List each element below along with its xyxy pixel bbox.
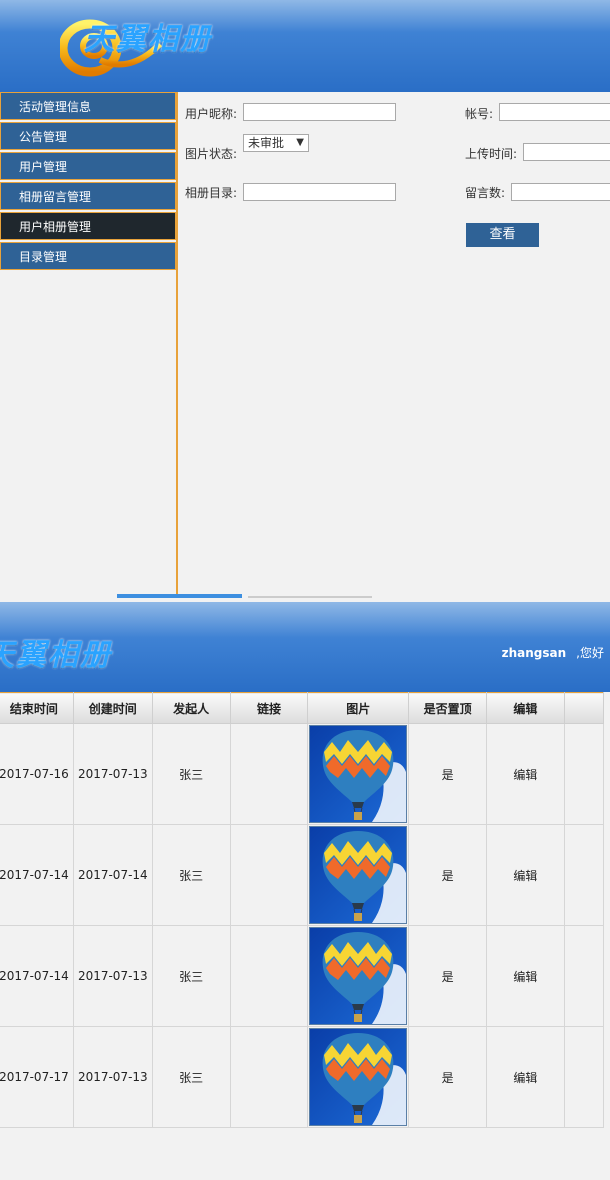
status-label: 图片状态: (185, 147, 238, 161)
cell-pinned: 是 (408, 1026, 488, 1128)
col-pinned: 是否置顶 (408, 692, 488, 724)
cell-image (307, 723, 410, 825)
cell-end-time: 2017-07-17 (0, 1026, 74, 1128)
cell-owner: 张三 (151, 925, 231, 1027)
sidebar: 活动管理信息 公告管理 用户管理 相册留言管理 用户相册管理 目录管理 (0, 92, 178, 598)
cell-pinned: 是 (408, 925, 488, 1027)
cell-end-time: 2017-07-16 (0, 723, 74, 825)
cell-end-time: 2017-07-14 (0, 824, 74, 926)
cell-created-time: 2017-07-13 (72, 925, 153, 1027)
balloon-image[interactable] (309, 1028, 408, 1126)
album-dir-label: 相册目录: (185, 186, 238, 200)
album-table: 结束时间 创建时间 发起人 链接 图片 是否置顶 编辑 2017-07-16 2… (0, 692, 605, 1128)
logo-text: 天翼相册 (84, 22, 212, 57)
edit-link[interactable]: 编辑 (486, 1026, 565, 1128)
table-row: 2017-07-14 2017-07-13 张三 是 编辑 (0, 925, 605, 1027)
upload-time-input[interactable] (523, 143, 610, 161)
col-extra (563, 692, 605, 724)
status-select[interactable]: 未审批 ▼ (243, 134, 309, 152)
account-input[interactable] (499, 103, 610, 121)
table-row: 2017-07-14 2017-07-14 张三 是 编辑 (0, 824, 605, 926)
search-form: 用户昵称: 帐号: 图片状态: 未审批 ▼ 上传时间: 相册目录: 留言数: 查… (178, 92, 610, 598)
cell-extra (563, 1026, 605, 1128)
comments-input[interactable] (511, 183, 610, 201)
sidebar-item-activity[interactable]: 活动管理信息 (0, 92, 176, 120)
edit-link[interactable]: 编辑 (486, 824, 565, 926)
cell-link[interactable] (229, 824, 309, 926)
dropdown-arrow-icon: ▼ (296, 137, 304, 148)
edit-link[interactable]: 编辑 (486, 925, 565, 1027)
upload-time-label: 上传时间: (465, 147, 518, 161)
balloon-image[interactable] (309, 826, 408, 924)
col-owner: 发起人 (151, 692, 231, 724)
cell-owner: 张三 (151, 824, 231, 926)
col-end-time: 结束时间 (0, 692, 74, 724)
table-header-row: 结束时间 创建时间 发起人 链接 图片 是否置顶 编辑 (0, 692, 605, 724)
table-row: 2017-07-16 2017-07-13 张三 是 编辑 (0, 723, 605, 825)
col-edit: 编辑 (486, 692, 565, 724)
status-selected-value: 未审批 (248, 136, 285, 150)
cell-created-time: 2017-07-13 (72, 723, 153, 825)
cell-owner: 张三 (151, 723, 231, 825)
album-dir-input[interactable] (243, 183, 396, 201)
cell-link[interactable] (229, 925, 309, 1027)
logo-text: 天翼相册 (0, 638, 112, 673)
account-label: 帐号: (465, 107, 494, 121)
greeting-text: ,您好 (576, 646, 604, 660)
col-image: 图片 (307, 692, 410, 724)
cell-image (307, 1026, 410, 1128)
cell-image (307, 824, 410, 926)
cell-pinned: 是 (408, 824, 488, 926)
nickname-input[interactable] (243, 103, 396, 121)
table-row: 2017-07-17 2017-07-13 张三 是 编辑 (0, 1026, 605, 1128)
col-created-time: 创建时间 (72, 692, 153, 724)
list-header: 天翼相册 zhangsan ,您好 (0, 602, 610, 692)
cell-created-time: 2017-07-14 (72, 824, 153, 926)
user-greeting: zhangsan ,您好 (502, 644, 604, 661)
balloon-image[interactable] (309, 725, 408, 823)
username[interactable]: zhangsan (502, 646, 567, 660)
col-link: 链接 (229, 692, 309, 724)
cell-created-time: 2017-07-13 (72, 1026, 153, 1128)
cell-link[interactable] (229, 1026, 309, 1128)
comments-label: 留言数: (465, 186, 506, 200)
album-list-page: 天翼相册 zhangsan ,您好 结束时间 创建时间 发起人 链接 图片 是否置… (0, 598, 610, 1180)
top-header: 天翼相册 (0, 0, 610, 92)
view-button[interactable]: 查看 (466, 223, 539, 247)
edit-link[interactable]: 编辑 (486, 723, 565, 825)
cell-extra (563, 824, 605, 926)
sidebar-item-album-comments[interactable]: 相册留言管理 (0, 182, 176, 210)
cell-end-time: 2017-07-14 (0, 925, 74, 1027)
sidebar-item-users[interactable]: 用户管理 (0, 152, 176, 180)
cell-owner: 张三 (151, 1026, 231, 1128)
cell-extra (563, 723, 605, 825)
sidebar-item-user-albums[interactable]: 用户相册管理 (0, 212, 176, 240)
cell-image (307, 925, 410, 1027)
nickname-label: 用户昵称: (185, 107, 238, 121)
cell-extra (563, 925, 605, 1027)
sidebar-item-directories[interactable]: 目录管理 (0, 242, 176, 270)
cell-pinned: 是 (408, 723, 488, 825)
balloon-image[interactable] (309, 927, 408, 1025)
cell-link[interactable] (229, 723, 309, 825)
sidebar-item-announcements[interactable]: 公告管理 (0, 122, 176, 150)
